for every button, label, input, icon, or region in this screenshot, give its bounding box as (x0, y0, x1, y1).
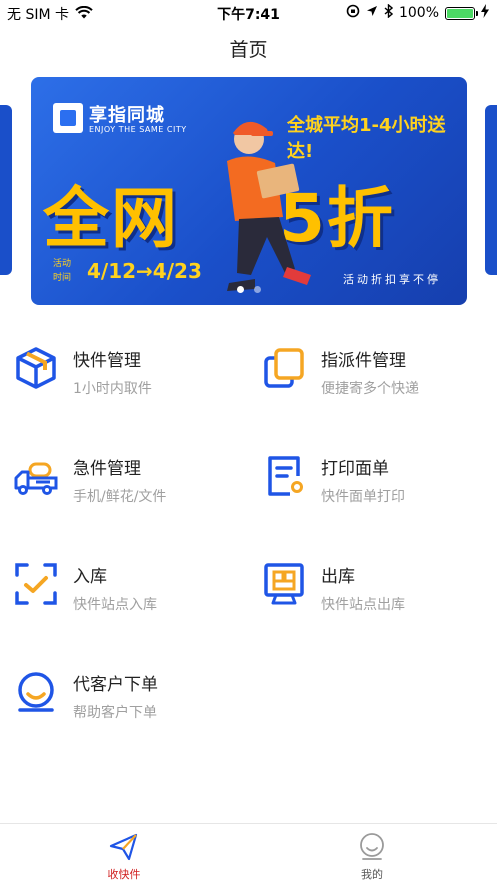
feature-order-for-customer[interactable]: 代客户下单 帮助客户下单 (0, 654, 240, 734)
tab-mine[interactable]: 我的 (248, 824, 496, 884)
feature-subtitle: 1小时内取件 (73, 381, 152, 397)
tab-label: 我的 (361, 868, 383, 881)
feature-title: 打印面单 (321, 459, 389, 479)
banner-carousel[interactable]: 享指同城 ENJOY THE SAME CITY 全城平均1-4小时送达! 全网… (0, 77, 497, 305)
feature-subtitle: 手机/鲜花/文件 (73, 489, 167, 505)
feature-subtitle: 快件站点出库 (321, 597, 405, 613)
charging-bolt-icon (481, 4, 489, 22)
brand-english-name: ENJOY THE SAME CITY (89, 125, 187, 134)
feature-inbound[interactable]: 入库 快件站点入库 (0, 546, 240, 626)
carousel-dot[interactable] (254, 286, 261, 293)
tab-bar: 收快件 我的 (0, 823, 497, 884)
tab-receive-express[interactable]: 收快件 (0, 824, 248, 884)
promo-date-range: 4/12→4/23 (87, 259, 202, 283)
scan-check-icon (15, 563, 57, 605)
customer-order-icon (18, 672, 54, 712)
banner-tagline: 活动折扣享不停 (343, 273, 441, 286)
feature-title: 入库 (73, 567, 107, 587)
feature-express-management[interactable]: 快件管理 1小时内取件 (0, 330, 240, 410)
print-slip-icon (268, 456, 303, 496)
feature-subtitle: 便捷寄多个快递 (321, 381, 419, 397)
navigation-bar: 首页 (0, 26, 497, 74)
next-banner-peek[interactable] (485, 105, 497, 275)
delivery-truck-icon (14, 462, 58, 495)
tab-label: 收快件 (107, 868, 141, 881)
feature-outbound[interactable]: 出库 快件站点出库 (248, 546, 488, 626)
stacked-cards-icon (264, 348, 304, 388)
profile-smile-icon (360, 833, 384, 860)
banner-headline-left: 全网 (43, 180, 179, 257)
warehouse-out-icon (264, 563, 304, 605)
feature-subtitle: 帮助客户下单 (73, 705, 157, 721)
brand-logo-icon (53, 103, 83, 133)
orientation-lock-icon (346, 4, 360, 22)
status-right: 100% (346, 3, 489, 22)
feature-title: 出库 (321, 567, 355, 587)
paper-plane-icon (109, 833, 138, 861)
battery-percent: 100% (398, 5, 439, 21)
package-box-icon (16, 347, 56, 389)
feature-subtitle: 快件面单打印 (321, 489, 405, 505)
carousel-pagination[interactable] (31, 286, 467, 293)
bluetooth-icon (384, 3, 394, 22)
carousel-dot[interactable] (237, 286, 244, 293)
status-bar: 无 SIM 卡 下午7:41 100% (0, 0, 497, 26)
battery-level (447, 8, 473, 18)
feature-urgent-management[interactable]: 急件管理 手机/鲜花/文件 (0, 438, 240, 518)
feature-assigned-management[interactable]: 指派件管理 便捷寄多个快递 (248, 330, 488, 410)
courier-illustration (227, 121, 311, 291)
feature-title: 急件管理 (73, 459, 141, 479)
page-title: 首页 (229, 39, 268, 61)
promo-date-label: 活动时间 (53, 259, 72, 283)
feature-subtitle: 快件站点入库 (73, 597, 157, 613)
location-arrow-icon (366, 5, 378, 21)
feature-title: 快件管理 (73, 351, 141, 371)
feature-title: 代客户下单 (73, 675, 158, 695)
battery-icon (445, 6, 478, 20)
feature-print-slip[interactable]: 打印面单 快件面单打印 (248, 438, 488, 518)
promo-banner[interactable]: 享指同城 ENJOY THE SAME CITY 全城平均1-4小时送达! 全网… (31, 77, 467, 305)
brand-name: 享指同城 (89, 105, 165, 126)
feature-title: 指派件管理 (321, 351, 406, 371)
previous-banner-peek[interactable] (0, 105, 12, 275)
